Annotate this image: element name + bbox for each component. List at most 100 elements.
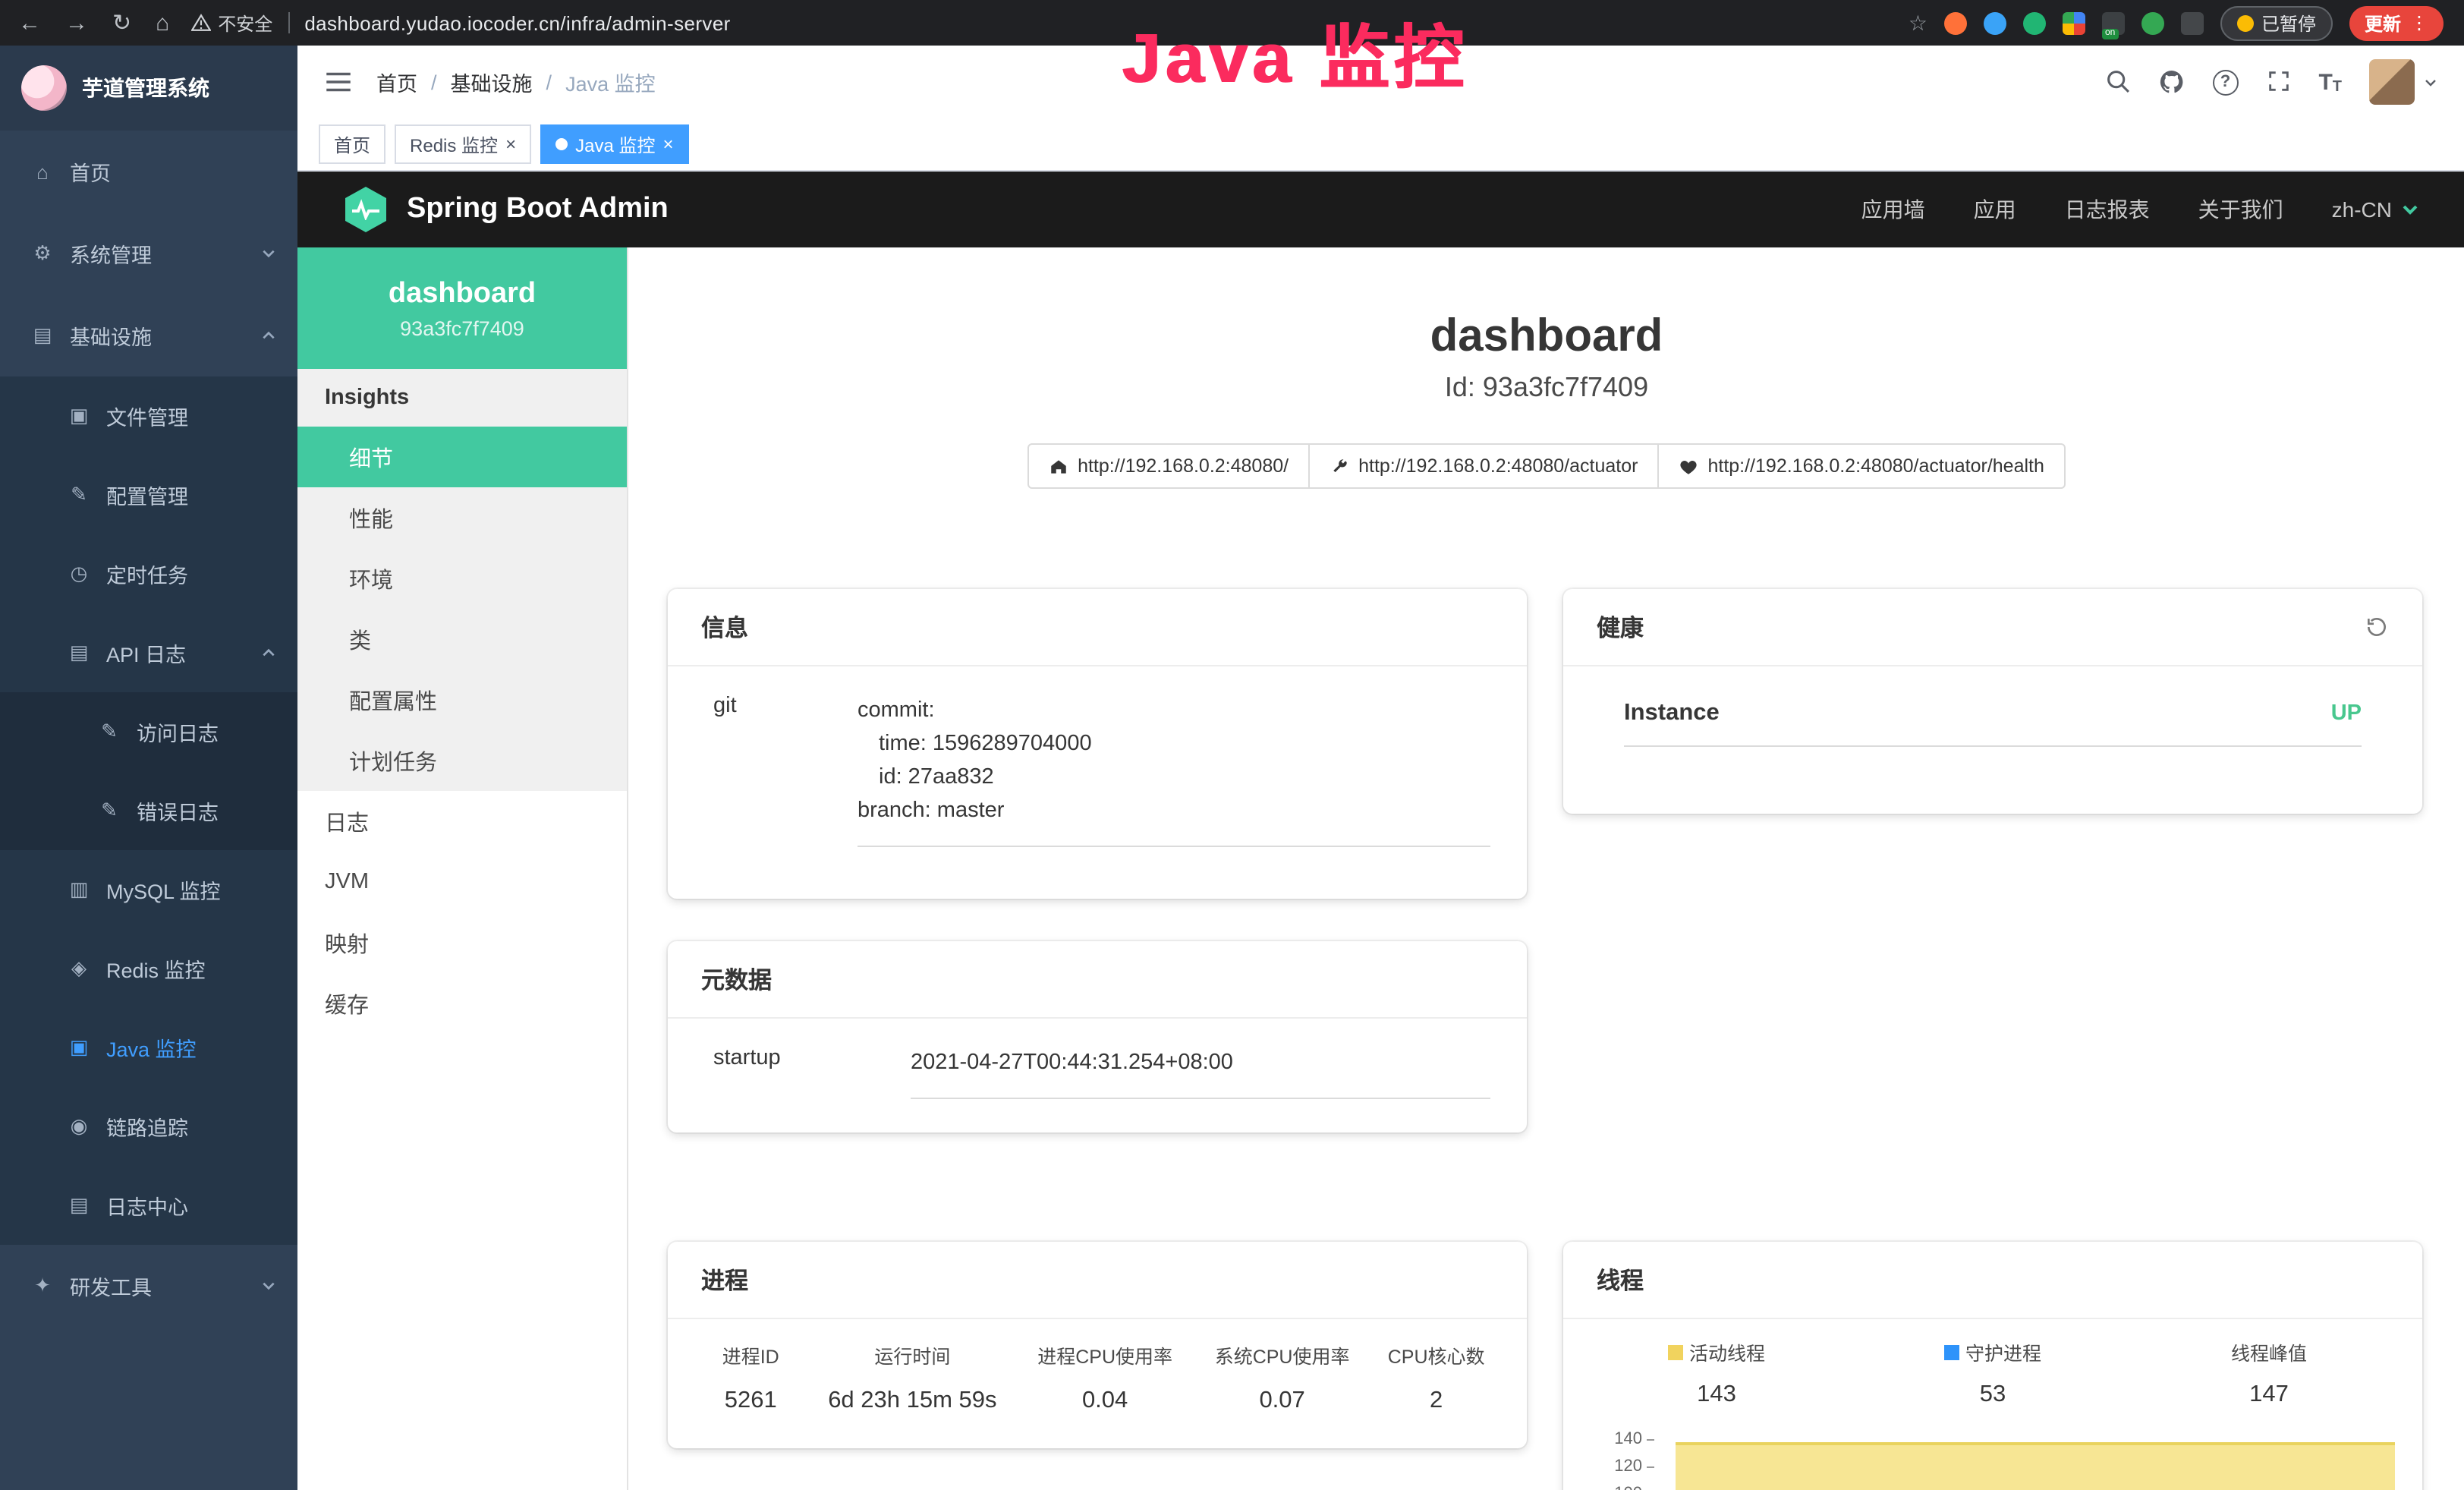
info-card: 信息 git commit: time: 1596289704000 id: 2… <box>668 589 1527 899</box>
github-icon[interactable] <box>2157 68 2185 96</box>
active-dot <box>555 138 568 150</box>
legend-yellow-swatch <box>1668 1344 1683 1359</box>
chevron-down-icon <box>261 1278 276 1293</box>
back-button[interactable]: ← <box>18 10 41 36</box>
y-axis-tick: 140 <box>1603 1430 1654 1448</box>
sba-nav-about[interactable]: 关于我们 <box>2198 194 2283 225</box>
search-icon[interactable] <box>2104 68 2130 96</box>
font-size-icon[interactable]: TT <box>2318 69 2342 95</box>
process-col-cpus: CPU核心数 2 <box>1367 1340 1506 1415</box>
sba-menu-details[interactable]: 细节 <box>297 427 627 487</box>
sba-menu-scheduled-tasks[interactable]: 计划任务 <box>297 730 627 791</box>
sba-menu-classes[interactable]: 类 <box>297 609 627 669</box>
reload-button[interactable]: ↻ <box>112 9 131 36</box>
metadata-row-value: 2021-04-27T00:44:31.254+08:00 <box>911 1046 1490 1099</box>
sba-nav-applications[interactable]: 应用 <box>1974 194 2016 225</box>
sba-main-content: dashboard Id: 93a3fc7f7409 http://192.16… <box>628 247 2464 1490</box>
sidebar-collapse-icon[interactable] <box>325 71 352 93</box>
legend-live-threads: 活动线程 143 <box>1578 1337 1855 1409</box>
sidebar-item-system[interactable]: ⚙ 系统管理 <box>0 213 297 295</box>
info-row-label: git <box>713 694 858 847</box>
sidebar-item-home[interactable]: ⌂ 首页 <box>0 131 297 213</box>
tab-redis-monitor[interactable]: Redis 监控 × <box>395 124 531 164</box>
extension-leaf-icon[interactable] <box>2141 11 2164 34</box>
extension-on-icon[interactable]: on <box>2102 11 2125 34</box>
close-icon[interactable]: × <box>662 135 673 153</box>
paused-badge[interactable]: 已暂停 <box>2220 5 2333 40</box>
sba-menu-performance[interactable]: 性能 <box>297 487 627 548</box>
fullscreen-icon[interactable] <box>2265 68 2291 96</box>
sba-locale-select[interactable]: zh-CN <box>2332 197 2419 222</box>
instance-id: 93a3fc7f7409 <box>297 317 627 339</box>
address-bar[interactable]: dashboard.yudao.iocoder.cn/infra/admin-s… <box>304 11 730 34</box>
sba-menu-mappings[interactable]: 映射 <box>297 912 627 973</box>
security-indicator[interactable]: 不安全 <box>190 10 272 36</box>
sba-menu-jvm[interactable]: JVM <box>297 852 627 912</box>
instance-header[interactable]: dashboard 93a3fc7f7409 <box>297 247 627 369</box>
on-badge: on <box>2102 28 2118 39</box>
chrome-update-button[interactable]: 更新 ⋮ <box>2349 5 2444 40</box>
history-icon[interactable] <box>2365 615 2389 639</box>
redis-icon: ◈ <box>67 956 91 981</box>
sidebar-item-infra[interactable]: ▤ 基础设施 <box>0 295 297 376</box>
threads-card: 线程 活动线程 143 守护进程 53 线程峰值 147 <box>1563 1242 2422 1490</box>
home-button[interactable]: ⌂ <box>156 10 169 36</box>
extension-drop-icon[interactable] <box>1984 11 2006 34</box>
sidebar-item-redis-monitor[interactable]: ◈ Redis 监控 <box>0 929 297 1008</box>
help-icon[interactable] <box>2212 69 2238 95</box>
instance-name: dashboard <box>297 277 627 310</box>
sidebar-item-config-manage[interactable]: ✎ 配置管理 <box>0 455 297 534</box>
sba-instance-sidebar: dashboard 93a3fc7f7409 Insights 细节 性能 环境… <box>297 247 628 1490</box>
sidebar-item-error-log[interactable]: ✎ 错误日志 <box>0 771 297 850</box>
process-col-process-cpu: 进程CPU使用率 0.04 <box>1012 1340 1197 1415</box>
sidebar-item-mysql-monitor[interactable]: ▥ MySQL 监控 <box>0 850 297 929</box>
tab-java-monitor[interactable]: Java 监控 × <box>540 124 688 164</box>
sba-menu-environment[interactable]: 环境 <box>297 548 627 609</box>
breadcrumb-home[interactable]: 首页 <box>376 67 417 97</box>
actuator-url-link[interactable]: http://192.168.0.2:48080/actuator <box>1308 443 1659 489</box>
extension-fox-icon[interactable] <box>1944 11 1967 34</box>
mysql-icon: ▥ <box>67 877 91 902</box>
service-url-link[interactable]: http://192.168.0.2:48080/ <box>1027 443 1310 489</box>
sba-menu-config-props[interactable]: 配置属性 <box>297 669 627 730</box>
forward-button[interactable]: → <box>65 10 88 36</box>
sidebar-item-access-log[interactable]: ✎ 访问日志 <box>0 692 297 771</box>
tab-home[interactable]: 首页 <box>319 124 385 164</box>
sidebar-item-api-log[interactable]: ▤ API 日志 <box>0 613 297 692</box>
sidebar-item-file-manage[interactable]: ▣ 文件管理 <box>0 376 297 455</box>
extension-green-icon[interactable] <box>2023 11 2046 34</box>
sidebar-item-scheduled-jobs[interactable]: ◷ 定时任务 <box>0 534 297 613</box>
y-axis-tick: 100 <box>1603 1485 1654 1490</box>
user-menu[interactable] <box>2369 59 2437 105</box>
extension-grid-icon[interactable] <box>2063 11 2085 34</box>
file-icon: ▣ <box>67 404 91 428</box>
close-icon[interactable]: × <box>505 135 516 153</box>
menu-kebab-icon: ⋮ <box>2410 12 2428 33</box>
metadata-row-label: startup <box>713 1046 911 1099</box>
extensions-puzzle-icon[interactable] <box>2181 11 2204 34</box>
sba-menu-logs[interactable]: 日志 <box>297 791 627 852</box>
caret-down-icon <box>2424 75 2437 89</box>
sba-brand-title: Spring Boot Admin <box>407 193 669 226</box>
health-url-link[interactable]: http://192.168.0.2:48080/actuator/health <box>1657 443 2065 489</box>
sidebar-item-devtools[interactable]: ✦ 研发工具 <box>0 1245 297 1327</box>
emoji-face-icon <box>2237 14 2254 31</box>
heartbeat-icon <box>1679 456 1698 476</box>
info-row-value: commit: time: 1596289704000 id: 27aa832 … <box>858 694 1490 847</box>
error-log-icon: ✎ <box>97 799 121 823</box>
sidebar-item-trace[interactable]: ◉ 链路追踪 <box>0 1087 297 1166</box>
app-logo-row[interactable]: 芋道管理系统 <box>0 46 297 131</box>
sba-nav-journal[interactable]: 日志报表 <box>2065 194 2150 225</box>
breadcrumb-infra[interactable]: 基础设施 <box>451 67 533 97</box>
sidebar-item-log-center[interactable]: ▤ 日志中心 <box>0 1166 297 1245</box>
home-icon <box>1049 456 1068 476</box>
sba-menu-caches[interactable]: 缓存 <box>297 973 627 1034</box>
sidebar-item-java-monitor[interactable]: ▣ Java 监控 <box>0 1008 297 1087</box>
sba-nav-wallboard[interactable]: 应用墙 <box>1861 194 1925 225</box>
health-instance-row[interactable]: Instance UP <box>1624 700 2362 747</box>
sba-header: Spring Boot Admin 应用墙 应用 日志报表 关于我们 zh-CN <box>297 172 2464 247</box>
metadata-card: 元数据 startup 2021-04-27T00:44:31.254+08:0… <box>668 941 1527 1132</box>
bookmark-star-icon[interactable]: ☆ <box>1909 10 1927 36</box>
avatar <box>2369 59 2415 105</box>
infrastructure-icon: ▤ <box>30 323 55 348</box>
